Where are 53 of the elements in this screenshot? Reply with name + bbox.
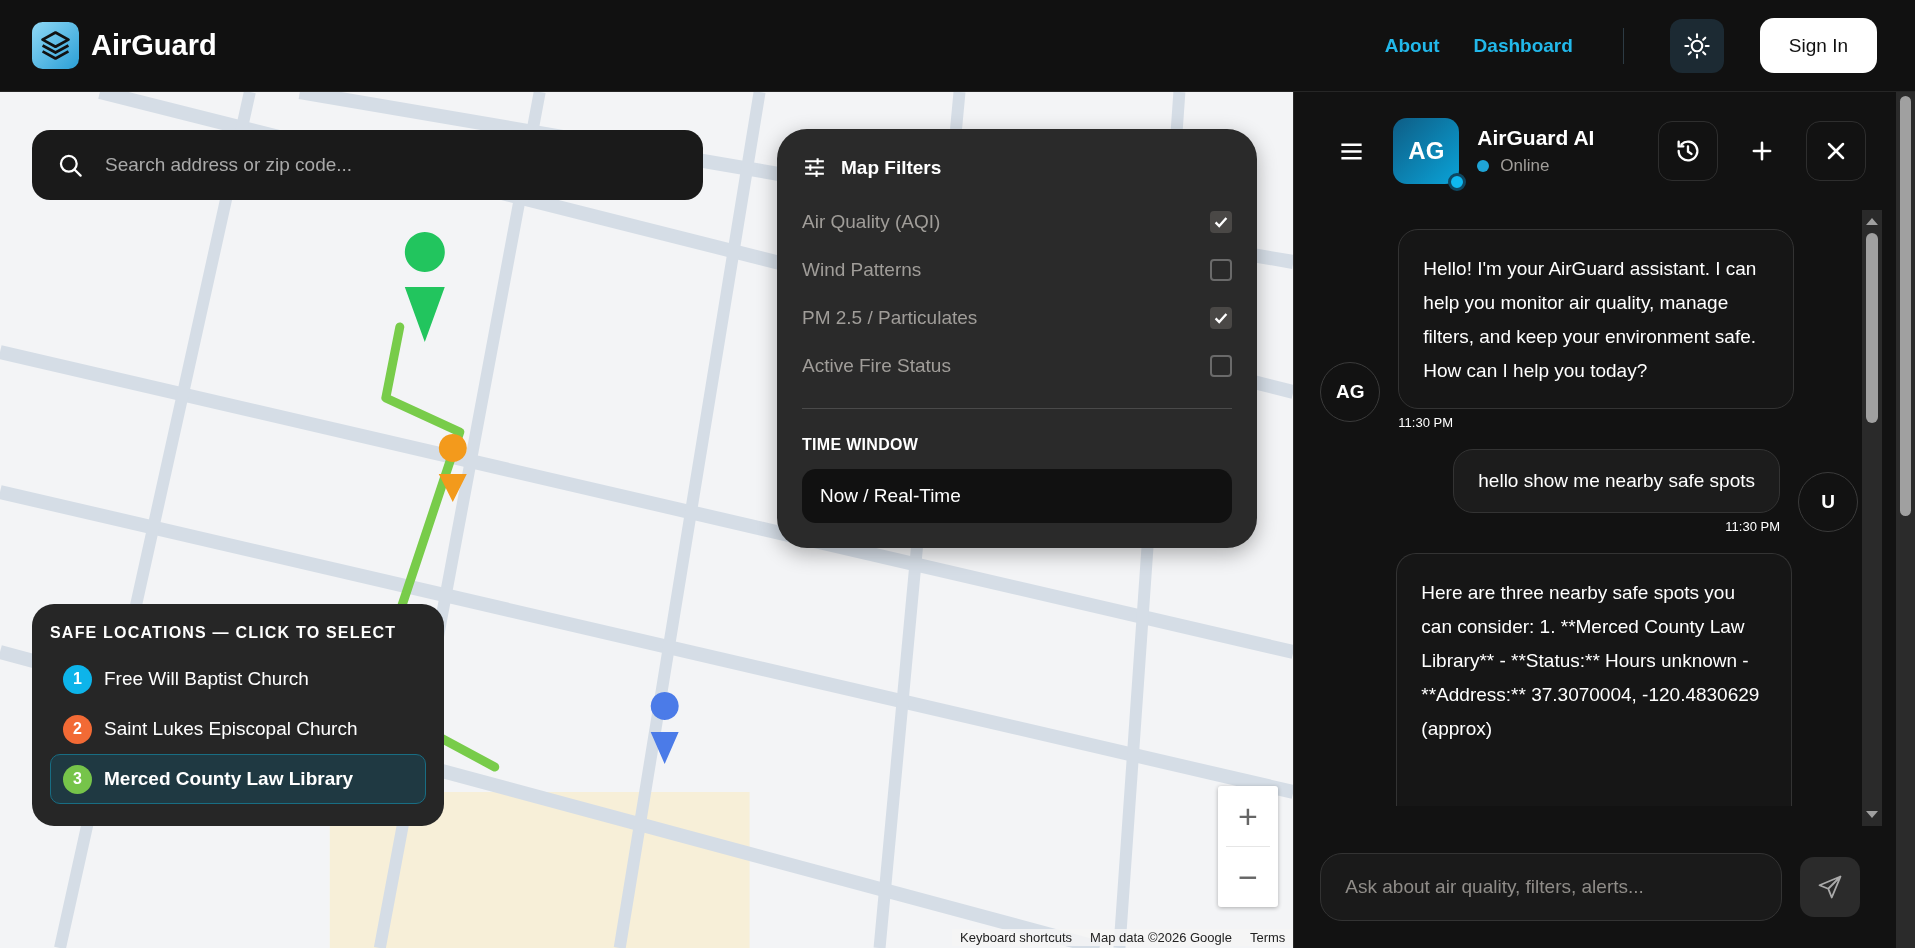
search-icon xyxy=(57,152,84,179)
panel-title: Map Filters xyxy=(841,156,942,179)
message-bubble: Here are three nearby safe spots you can consider: 1. **Merced County Law Library** - **Status:** Hours unknown - **Address:** 37.3070004, -120.4830629 (approx) xyxy=(1396,553,1793,806)
number-badge: 2 xyxy=(63,714,92,744)
sun-icon xyxy=(1682,31,1711,60)
message-time: 11:30 PM xyxy=(1398,415,1454,430)
attribution-link[interactable]: Terms xyxy=(1249,930,1286,945)
filter-label: Wind Patterns xyxy=(802,259,922,281)
panel-title: SAFE LOCATIONS — CLICK TO SELECT xyxy=(50,624,398,642)
history-button[interactable] xyxy=(1658,121,1718,181)
location-name: Free Will Baptist Church xyxy=(104,668,309,690)
online-badge xyxy=(1448,173,1467,191)
theme-toggle-button[interactable] xyxy=(1669,18,1724,73)
status-dot xyxy=(1477,160,1490,172)
location-name: Saint Lukes Episcopal Church xyxy=(104,718,358,740)
layers-logo-icon xyxy=(32,22,79,69)
filter-checkbox[interactable] xyxy=(1210,307,1232,329)
zoom-in-button[interactable]: + xyxy=(1218,786,1278,846)
attribution-link[interactable]: Map data ©2026 Google xyxy=(1090,930,1232,945)
message-bubble: hello show me nearby safe spots xyxy=(1453,449,1780,513)
message-time: 11:30 PM xyxy=(1725,519,1780,534)
number-badge: 3 xyxy=(63,764,92,794)
filter-checkbox[interactable] xyxy=(1210,211,1232,233)
filter-checkbox[interactable] xyxy=(1210,355,1232,377)
message-input[interactable]: Ask about air quality, filters, alerts... xyxy=(1320,853,1782,921)
location-item[interactable]: 2 Saint Lukes Episcopal Church xyxy=(50,704,426,754)
message-bubble: Hello! I'm your AirGuard assistant. I can help you monitor air quality, manage filters, and keep your environment safe. How can I help you today? xyxy=(1398,229,1795,409)
send-button[interactable] xyxy=(1800,857,1860,917)
location-item[interactable]: 1 Free Will Baptist Church xyxy=(50,654,426,704)
app-title: AirGuard xyxy=(91,29,217,62)
send-icon xyxy=(1816,873,1844,901)
number-badge: 1 xyxy=(63,664,92,694)
section-label: TIME WINDOW xyxy=(802,436,920,454)
filter-label: PM 2.5 / Particulates xyxy=(802,307,978,329)
sliders-icon xyxy=(802,155,827,180)
filter-label: Air Quality (AQI) xyxy=(802,211,941,233)
nav-link[interactable]: Dashboard xyxy=(1473,34,1573,57)
filter-checkbox[interactable] xyxy=(1210,259,1232,281)
location-item[interactable]: 3 Merced County Law Library xyxy=(50,754,426,804)
scrollbar[interactable] xyxy=(1862,210,1882,826)
page-scrollbar[interactable] xyxy=(1896,92,1915,948)
status-text: Online xyxy=(1500,156,1550,176)
sign-in-button[interactable]: Sign In xyxy=(1759,18,1877,73)
filter-label: Active Fire Status xyxy=(802,355,951,377)
zoom-out-button[interactable]: − xyxy=(1218,847,1278,907)
attribution-link[interactable]: Keyboard shortcuts xyxy=(960,930,1073,945)
chat-title: AirGuard AI xyxy=(1477,126,1596,150)
location-name: Merced County Law Library xyxy=(104,768,354,790)
close-button[interactable] xyxy=(1806,121,1866,181)
assistant-avatar: AG xyxy=(1393,118,1460,184)
nav-link[interactable]: About xyxy=(1384,34,1440,57)
search-field[interactable]: Search address or zip code... xyxy=(32,130,703,200)
time-window-select[interactable]: Now / Real-Time xyxy=(802,469,1232,523)
